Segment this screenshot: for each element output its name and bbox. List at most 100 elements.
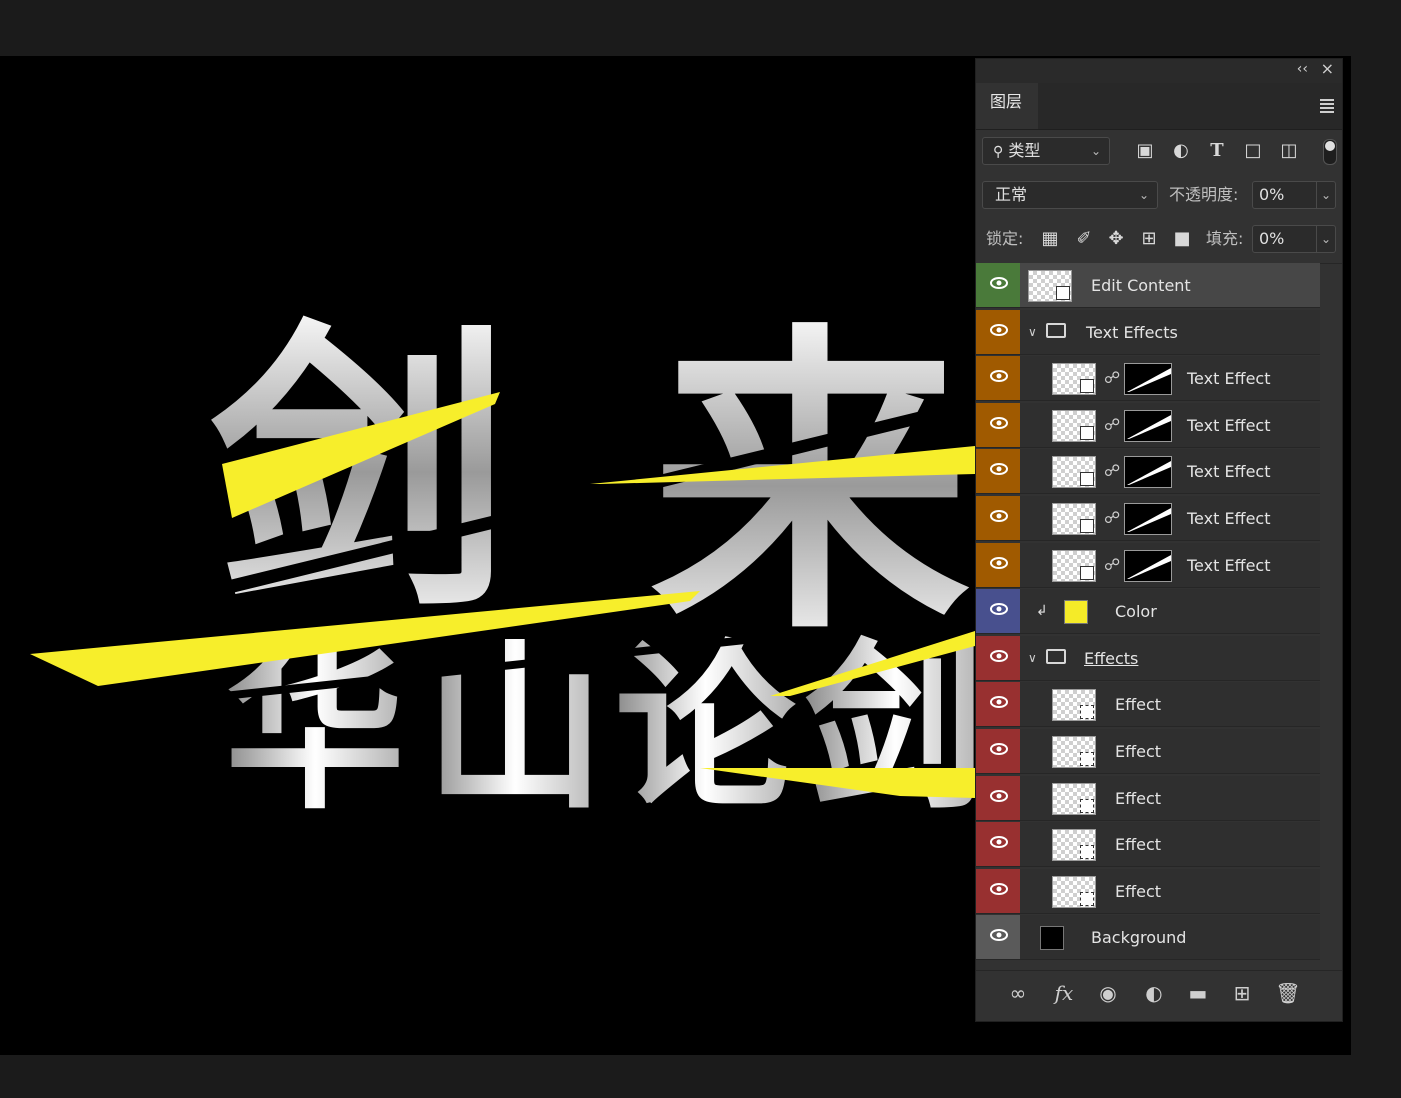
- folder-icon: [1046, 322, 1066, 338]
- transform-icon: [1080, 752, 1094, 766]
- shape-filter-icon[interactable]: □: [1241, 137, 1265, 165]
- lock-brush-icon[interactable]: ✐: [1072, 225, 1096, 253]
- color-fill-swatch[interactable]: [1064, 600, 1088, 625]
- lock-position-icon[interactable]: ✥: [1104, 225, 1128, 253]
- opacity-input[interactable]: 0% ⌄: [1252, 181, 1336, 209]
- collapse-icon[interactable]: ‹‹: [1297, 61, 1308, 77]
- mask-preview: [1125, 457, 1171, 488]
- panel-titlebar: ‹‹ ×: [976, 59, 1342, 83]
- smart-object-filter-icon[interactable]: ◫: [1277, 137, 1301, 165]
- tab-layers[interactable]: 图层: [976, 83, 1038, 129]
- layer-row[interactable]: ☍ Text Effect: [976, 449, 1320, 495]
- link-icon[interactable]: ☍: [1104, 555, 1120, 574]
- filter-kind-select[interactable]: ⚲ 类型 ⌄: [982, 137, 1110, 165]
- layer-row[interactable]: Effect: [976, 682, 1320, 728]
- mask-icon[interactable]: ◉: [1094, 981, 1122, 1005]
- blend-mode-select[interactable]: 正常 ⌄: [982, 181, 1158, 209]
- layer-row[interactable]: Effect: [976, 822, 1320, 868]
- layer-name[interactable]: Effect: [1115, 822, 1161, 867]
- mask-preview: [1125, 504, 1171, 534]
- layer-row[interactable]: Effect: [976, 775, 1320, 821]
- layer-mask-thumbnail[interactable]: [1124, 456, 1172, 489]
- visibility-toggle[interactable]: [976, 822, 1020, 867]
- fill-input[interactable]: 0% ⌄: [1252, 225, 1336, 253]
- adjustment-icon[interactable]: ◐: [1140, 981, 1168, 1005]
- chevron-down-icon[interactable]: ∨: [1028, 310, 1037, 355]
- layer-row[interactable]: ↲ Color: [976, 589, 1320, 635]
- blend-row: 正常 ⌄ 不透明度: 0% ⌄: [976, 175, 1342, 219]
- close-icon[interactable]: ×: [1321, 59, 1334, 78]
- layer-row[interactable]: Effect: [976, 868, 1320, 914]
- layer-name[interactable]: Text Effect: [1187, 543, 1271, 588]
- visibility-toggle[interactable]: [976, 402, 1020, 447]
- layer-name[interactable]: Color: [1115, 589, 1157, 634]
- layer-name[interactable]: Effect: [1115, 869, 1161, 914]
- layer-name[interactable]: Text Effect: [1187, 496, 1271, 541]
- adjustment-filter-icon[interactable]: ◐: [1169, 137, 1193, 165]
- fx-icon[interactable]: fx: [1050, 981, 1078, 1005]
- visibility-toggle[interactable]: [976, 682, 1020, 727]
- layer-mask-thumbnail[interactable]: [1124, 549, 1172, 582]
- layer-name[interactable]: Effect: [1115, 729, 1161, 774]
- link-icon[interactable]: ☍: [1104, 461, 1120, 480]
- layer-row[interactable]: Effect: [976, 729, 1320, 774]
- layer-name[interactable]: Effect: [1115, 776, 1161, 821]
- layer-name[interactable]: Background: [1091, 915, 1186, 960]
- visibility-toggle[interactable]: [976, 915, 1020, 960]
- layer-thumbnail: [1052, 363, 1096, 396]
- panel-menu-icon[interactable]: [1320, 99, 1334, 115]
- visibility-toggle[interactable]: [976, 589, 1020, 634]
- lock-artboard-icon[interactable]: ⊞: [1137, 225, 1161, 253]
- layer-mask-thumbnail[interactable]: [1124, 363, 1172, 396]
- mask-preview: [1125, 550, 1171, 581]
- layer-row[interactable]: Edit Content: [976, 263, 1320, 308]
- type-filter-icon[interactable]: T: [1205, 137, 1229, 165]
- layer-name[interactable]: Text Effect: [1187, 449, 1271, 494]
- visibility-toggle[interactable]: [976, 449, 1020, 494]
- visibility-toggle[interactable]: [976, 309, 1020, 354]
- filter-toggle-icon[interactable]: [1323, 139, 1337, 165]
- layer-row[interactable]: ☍ Text Effect: [976, 402, 1320, 448]
- subtitle-glyph: 论: [615, 625, 796, 834]
- layer-name[interactable]: Text Effect: [1187, 356, 1271, 401]
- chevron-down-icon: ⌄: [1090, 144, 1101, 158]
- layer-row[interactable]: ☍ Text Effect: [976, 356, 1320, 402]
- layer-row[interactable]: Background: [976, 915, 1320, 961]
- layer-row[interactable]: ∨ Text Effects: [976, 309, 1320, 355]
- pixel-filter-icon[interactable]: ▣: [1133, 137, 1157, 165]
- link-icon[interactable]: ☍: [1104, 508, 1120, 527]
- layer-name[interactable]: Text Effects: [1086, 310, 1178, 355]
- visibility-toggle[interactable]: [976, 542, 1020, 587]
- visibility-toggle[interactable]: [976, 356, 1020, 401]
- folder-icon[interactable]: ▬: [1184, 981, 1212, 1005]
- layer-name[interactable]: Effects: [1084, 636, 1138, 681]
- layer-mask-thumbnail[interactable]: [1124, 409, 1172, 442]
- layer-name[interactable]: Text Effect: [1187, 403, 1271, 448]
- new-layer-icon[interactable]: ⊞: [1228, 981, 1256, 1005]
- layer-row[interactable]: ☍ Text Effect: [976, 496, 1320, 541]
- layer-name[interactable]: Effect: [1115, 682, 1161, 727]
- layer-name[interactable]: Edit Content: [1091, 263, 1191, 308]
- layer-row[interactable]: ∨ Effects: [976, 635, 1320, 681]
- mask-preview: [1125, 410, 1171, 441]
- layer-row[interactable]: ☍ Text Effect: [976, 542, 1320, 588]
- visibility-toggle[interactable]: [976, 729, 1020, 773]
- layer-mask-thumbnail[interactable]: [1124, 503, 1172, 535]
- trash-icon[interactable]: 🗑: [1274, 981, 1302, 1005]
- link-icon[interactable]: ☍: [1104, 368, 1120, 387]
- link-icon[interactable]: ☍: [1104, 415, 1120, 434]
- chevron-down-icon[interactable]: ⌄: [1315, 226, 1331, 252]
- folder-icon: [1046, 648, 1066, 664]
- smart-object-icon: [1080, 379, 1094, 394]
- chevron-down-icon[interactable]: ∨: [1028, 636, 1037, 681]
- visibility-toggle[interactable]: [976, 496, 1020, 540]
- link-icon[interactable]: ∞: [1004, 981, 1032, 1005]
- visibility-toggle[interactable]: [976, 775, 1020, 820]
- lock-all-icon[interactable]: ■: [1170, 225, 1194, 253]
- chevron-down-icon[interactable]: ⌄: [1315, 182, 1331, 208]
- lock-transparency-icon[interactable]: ▦: [1038, 225, 1062, 253]
- visibility-toggle[interactable]: [976, 868, 1020, 913]
- visibility-toggle[interactable]: [976, 263, 1020, 307]
- visibility-toggle[interactable]: [976, 635, 1020, 680]
- eye-icon: [990, 836, 1008, 849]
